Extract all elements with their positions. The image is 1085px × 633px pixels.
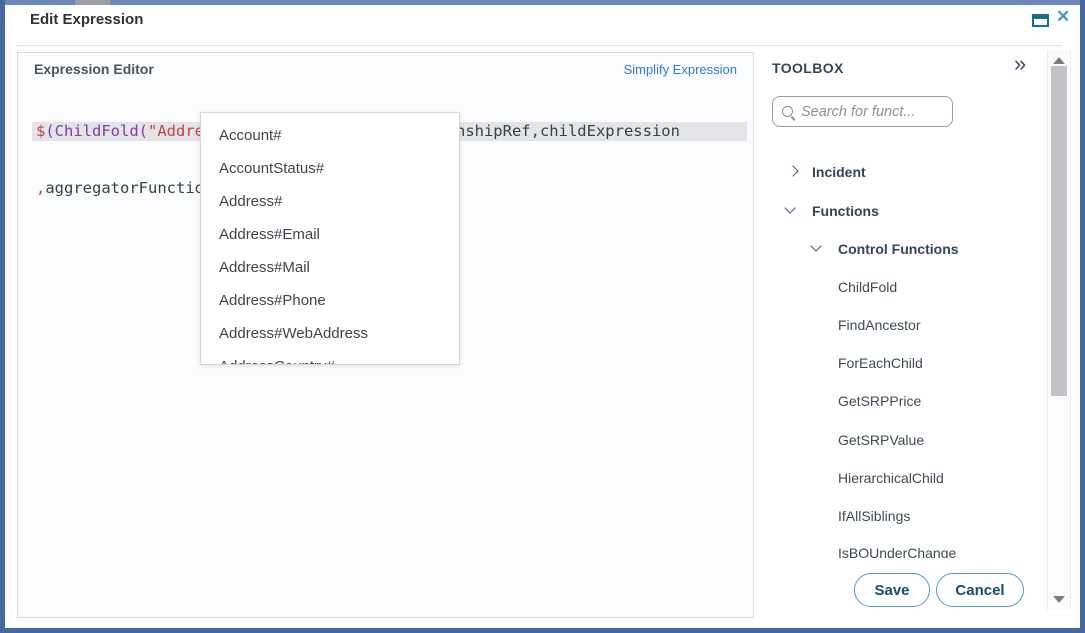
function-item-isbounderchange-clipped[interactable]: IsBOUnderChange — [838, 545, 956, 558]
function-item-getsrpvalue[interactable]: GetSRPValue — [838, 432, 924, 448]
tree-node-control-functions[interactable]: Control Functions — [838, 241, 959, 257]
autocomplete-dropdown: Account# AccountStatus# Address# Address… — [200, 112, 460, 365]
save-button[interactable]: Save — [854, 573, 930, 607]
function-item-hierarchicalchild[interactable]: HierarchicalChild — [838, 470, 944, 486]
autocomplete-item[interactable]: Address#WebAddress — [201, 317, 459, 350]
edit-expression-dialog: Edit Expression ✕ Expression Editor Simp… — [0, 0, 1085, 633]
chevron-right-icon[interactable] — [787, 165, 798, 176]
collapse-panel-icon[interactable]: » — [1014, 51, 1026, 77]
autocomplete-item[interactable]: AddressCountry# — [201, 350, 459, 365]
code-token: , — [36, 179, 45, 197]
chevron-down-icon[interactable] — [784, 202, 795, 213]
code-token: $ — [36, 122, 45, 140]
autocomplete-item[interactable]: Account# — [201, 119, 459, 152]
frame-border-top — [0, 0, 1085, 5]
autocomplete-item[interactable]: Address#Phone — [201, 284, 459, 317]
code-token: aggregatorFunctio — [45, 179, 204, 197]
frame-top-notch — [75, 0, 110, 5]
function-item-foreachchild[interactable]: ForEachChild — [838, 355, 923, 371]
code-token: (ChildFold( — [45, 122, 148, 140]
autocomplete-item[interactable]: AccountStatus# — [201, 152, 459, 185]
autocomplete-item[interactable]: Address#Email — [201, 218, 459, 251]
function-item-label: IsBOUnderChange — [838, 545, 956, 558]
autocomplete-item[interactable]: Address#Mail — [201, 251, 459, 284]
cancel-button[interactable]: Cancel — [936, 573, 1024, 607]
tree-node-functions[interactable]: Functions — [812, 203, 879, 219]
tree-node-incident[interactable]: Incident — [812, 164, 866, 180]
title-separator — [17, 45, 1062, 46]
simplify-expression-link[interactable]: Simplify Expression — [624, 62, 737, 77]
scrollbar-thumb[interactable] — [1051, 66, 1067, 396]
frame-border-left — [0, 0, 5, 633]
autocomplete-item[interactable]: Address# — [201, 185, 459, 218]
search-input[interactable] — [801, 104, 943, 120]
dialog-title: Edit Expression — [30, 11, 143, 28]
toolbox-search-box[interactable] — [772, 96, 953, 127]
scrollbar-up-arrow[interactable] — [1053, 57, 1065, 64]
toolbox-title: TOOLBOX — [772, 60, 844, 76]
search-icon — [782, 106, 793, 117]
expression-editor-label: Expression Editor — [34, 61, 154, 77]
function-item-findancestor[interactable]: FindAncestor — [838, 317, 920, 333]
close-icon[interactable]: ✕ — [1056, 7, 1070, 27]
function-item-getsrpprice[interactable]: GetSRPPrice — [838, 393, 921, 409]
frame-border-bottom — [0, 628, 1085, 633]
maximize-icon[interactable] — [1032, 14, 1049, 27]
frame-border-right — [1080, 0, 1085, 633]
scrollbar-down-arrow[interactable] — [1053, 596, 1065, 603]
chevron-down-icon[interactable] — [810, 240, 821, 251]
function-item-ifallsiblings[interactable]: IfAllSiblings — [838, 508, 910, 524]
function-item-childfold[interactable]: ChildFold — [838, 279, 897, 295]
